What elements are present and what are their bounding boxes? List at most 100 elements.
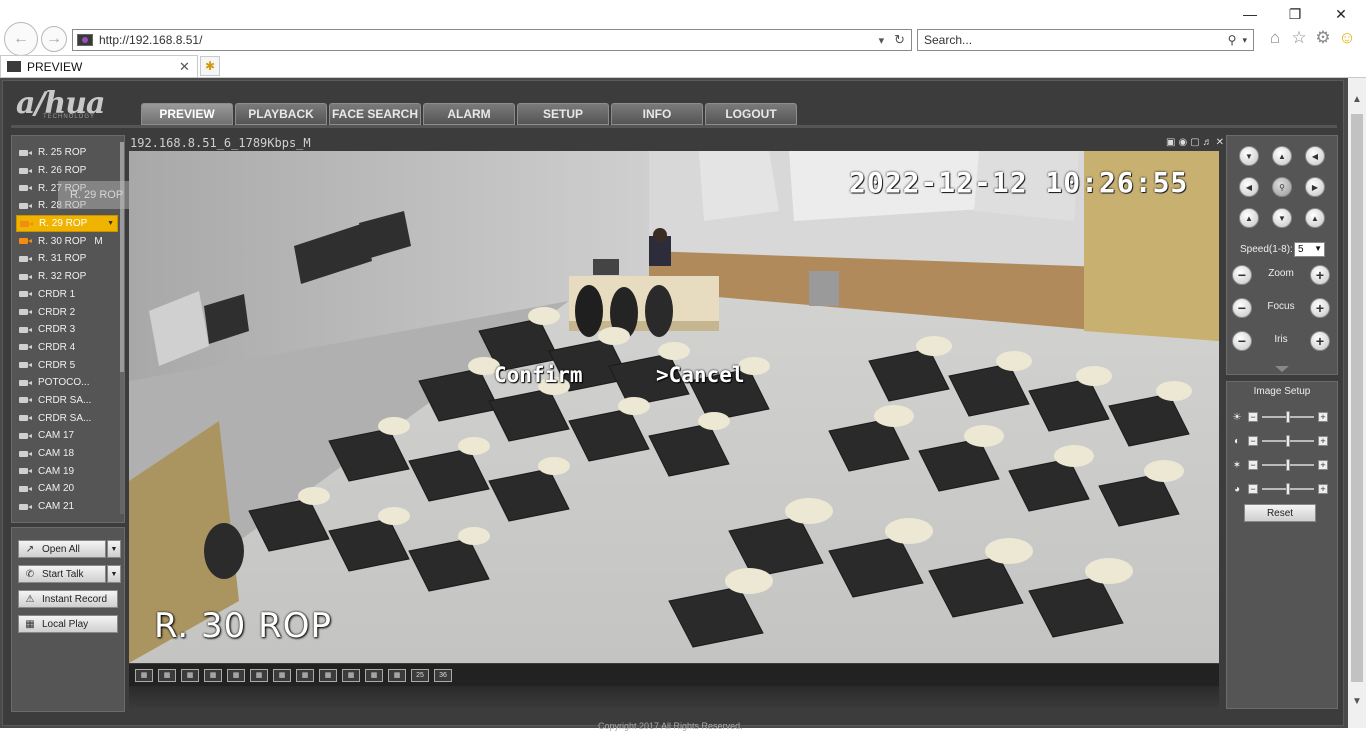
scroll-up-icon[interactable]: ▲ [1351,94,1363,106]
restore-icon[interactable]: ❐ [1285,4,1305,24]
audio-speaker-icon[interactable]: ♬ [1203,137,1213,148]
ptz-down-left-button[interactable]: ▲ [1239,208,1259,228]
scroll-down-icon[interactable]: ▼ [1351,696,1363,708]
speed-select[interactable]: 5 ▼ [1294,242,1325,257]
search-input[interactable]: Search... ⚲ ▾ [917,29,1254,51]
record-icon[interactable]: ▢ [1190,137,1199,148]
camera-item[interactable]: CAM 21 [16,498,118,516]
camera-item[interactable]: R. 31 ROP [16,250,118,268]
video-viewport[interactable]: 2022-12-12 10:26:55 Confirm >Cancel R. 3… [129,151,1219,663]
local-play-button[interactable]: ▦ Local Play [18,615,118,633]
layout-12-button[interactable]: ▦ [388,668,406,682]
ptz-collapse-icon[interactable] [1275,366,1289,372]
tab-close-icon[interactable]: ✕ [179,59,193,75]
layout-36-button[interactable]: 36 [434,668,452,682]
camera-item[interactable]: R. 25 ROP [16,144,118,162]
browser-tab[interactable]: PREVIEW ✕ [0,55,198,77]
layout-5-button[interactable]: ▦ [227,668,245,682]
forward-button[interactable]: → [41,26,67,52]
camera-item[interactable]: CRDR 5 [16,356,118,374]
hue-slider-thumb[interactable] [1286,483,1290,495]
camera-item[interactable]: R. 32 ROP [16,268,118,286]
layout-11-button[interactable]: ▦ [365,668,383,682]
instant-record-button[interactable]: ⚠ Instant Record [18,590,118,608]
feedback-smile-icon[interactable]: ☺ [1338,28,1356,48]
search-icon[interactable]: ⚲ [1228,33,1237,47]
zoom-in-button[interactable]: + [1310,265,1330,285]
camera-item[interactable]: CRDR 1 [16,286,118,304]
ptz-down-right-button[interactable]: ▲ [1305,208,1325,228]
layout-9-button[interactable]: ▦ [319,668,337,682]
layout-6-button[interactable]: ▦ [250,668,268,682]
snapshot-camera-icon[interactable]: ◉ [1178,137,1187,148]
ptz-up-button[interactable]: ▲ [1272,146,1292,166]
ptz-up-left-button[interactable]: ▼ [1239,146,1259,166]
screen-layout-icon[interactable]: ▣ [1166,137,1175,148]
minimize-icon[interactable]: — [1240,4,1260,24]
open-all-dropdown-icon[interactable]: ▼ [107,540,121,558]
camera-item[interactable]: CAM 19 [16,462,118,480]
brightness-increase-button[interactable]: + [1318,412,1328,422]
layout-1-button[interactable]: ▦ [135,668,153,682]
saturation-decrease-button[interactable]: − [1248,460,1258,470]
nav-tab-info[interactable]: INFO [611,103,703,125]
home-icon[interactable]: ⌂ [1266,28,1284,48]
camera-item[interactable]: R. 29 ROP ▼ [16,214,118,233]
back-button[interactable]: ← [4,22,38,56]
focus-far-button[interactable]: + [1310,298,1330,318]
hue-decrease-button[interactable]: − [1248,484,1258,494]
new-tab-button[interactable]: ✱ [200,56,220,76]
ptz-auto-scan-button[interactable]: ⚲ [1272,177,1292,197]
search-dropdown-icon[interactable]: ▾ [1242,35,1247,46]
camera-item[interactable]: POTOCO... [16,374,118,392]
brightness-slider-thumb[interactable] [1286,411,1290,423]
page-scroll-thumb[interactable] [1351,114,1363,682]
layout-7-button[interactable]: ▦ [273,668,291,682]
ptz-up-right-button[interactable]: ◀ [1305,146,1325,166]
close-window-icon[interactable]: ✕ [1331,4,1351,24]
close-video-icon[interactable]: ✕ [1216,137,1224,148]
contrast-slider-thumb[interactable] [1286,435,1290,447]
camera-list-scroll-thumb[interactable] [120,142,124,372]
contrast-increase-button[interactable]: + [1318,436,1328,446]
zoom-out-button[interactable]: − [1232,265,1252,285]
camera-item[interactable]: CRDR 2 [16,303,118,321]
open-all-button[interactable]: ↗ Open All ▼ [18,540,121,558]
camera-item[interactable]: CAM 20 [16,480,118,498]
layout-4-button[interactable]: ▦ [204,668,222,682]
focus-near-button[interactable]: − [1232,298,1252,318]
nav-tab-setup[interactable]: SETUP [517,103,609,125]
iris-close-button[interactable]: − [1232,331,1252,351]
nav-tab-alarm[interactable]: ALARM [423,103,515,125]
layout-25-button[interactable]: 25 [411,668,429,682]
layout-10-button[interactable]: ▦ [342,668,360,682]
start-talk-button[interactable]: ✆ Start Talk ▼ [18,565,121,583]
start-talk-dropdown-icon[interactable]: ▼ [107,565,121,583]
camera-item[interactable]: R. 30 ROP M [16,232,118,250]
camera-item[interactable]: CRDR 4 [16,339,118,357]
nav-tab-preview[interactable]: PREVIEW [141,103,233,125]
refresh-icon[interactable]: ↻ [894,32,905,48]
camera-item[interactable]: CRDR 3 [16,321,118,339]
camera-item[interactable]: CAM 17 [16,427,118,445]
ptz-left-button[interactable]: ◀ [1239,177,1259,197]
saturation-slider-thumb[interactable] [1286,459,1290,471]
camera-item[interactable]: CRDR SA... [16,409,118,427]
reset-button[interactable]: Reset [1244,504,1316,522]
camera-item[interactable]: R. 26 ROP [16,162,118,180]
camera-item[interactable]: CAM 18 [16,445,118,463]
page-scrollbar[interactable]: ▲ ▼ [1348,78,1366,728]
saturation-increase-button[interactable]: + [1318,460,1328,470]
ptz-down-button[interactable]: ▼ [1272,208,1292,228]
ptz-right-button[interactable]: ▶ [1305,177,1325,197]
dropdown-icon[interactable]: ▾ [879,34,885,47]
contrast-decrease-button[interactable]: − [1248,436,1258,446]
nav-tab-playback[interactable]: PLAYBACK [235,103,327,125]
nav-tab-face-search[interactable]: FACE SEARCH [329,103,421,125]
layout-3-button[interactable]: ▦ [181,668,199,682]
nav-tab-logout[interactable]: LOGOUT [705,103,797,125]
gear-icon[interactable]: ⚙ [1314,28,1332,48]
layout-8-button[interactable]: ▦ [296,668,314,682]
hue-increase-button[interactable]: + [1318,484,1328,494]
brightness-decrease-button[interactable]: − [1248,412,1258,422]
